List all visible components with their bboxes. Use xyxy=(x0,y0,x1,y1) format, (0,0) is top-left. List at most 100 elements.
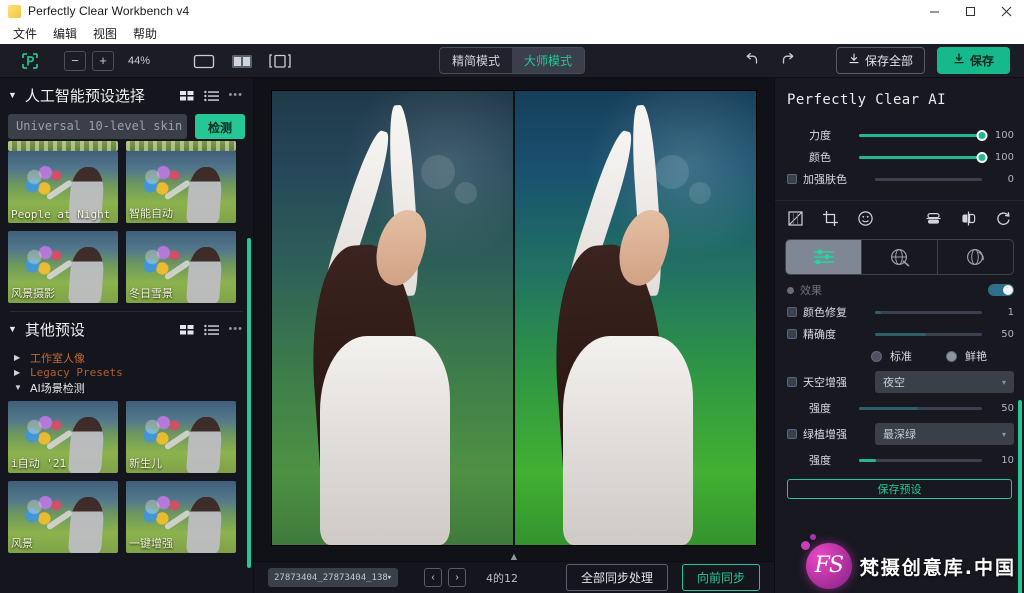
chevron-right-icon[interactable]: ▶ xyxy=(14,353,22,362)
slider-track[interactable] xyxy=(875,332,982,336)
list-view-icon[interactable] xyxy=(204,89,220,102)
face-icon[interactable] xyxy=(857,210,874,227)
file-name-select[interactable]: 27873404_27873404_138 ▾ xyxy=(268,568,398,587)
undo-icon[interactable] xyxy=(744,51,760,71)
detect-button[interactable]: 检测 xyxy=(194,114,245,139)
after-image-pane[interactable] xyxy=(515,91,756,545)
slider-knob[interactable] xyxy=(976,129,988,141)
slider-knob[interactable] xyxy=(976,151,988,163)
preset-thumb-people-at-night[interactable]: People at Night xyxy=(8,151,118,223)
compare-view-icon[interactable] xyxy=(268,52,292,70)
menu-view[interactable]: 视图 xyxy=(86,23,124,44)
grid-view-icon[interactable] xyxy=(180,89,195,101)
sync-previous-button[interactable]: 向前同步 xyxy=(681,564,760,591)
menu-file[interactable]: 文件 xyxy=(6,23,44,44)
tree-item-studio-portrait[interactable]: ▶ 工作室人像 xyxy=(14,350,245,365)
checkbox-skin-boost[interactable] xyxy=(787,174,797,184)
slider-track[interactable] xyxy=(875,310,982,314)
chevron-right-icon[interactable]: ▶ xyxy=(14,368,22,377)
grid-view-icon[interactable] xyxy=(180,323,195,335)
checkbox-effect[interactable] xyxy=(787,286,794,294)
radio-standard[interactable] xyxy=(871,350,882,362)
checkbox-foliage-enhance[interactable] xyxy=(787,429,797,439)
preset-thumb-winter-snow[interactable]: 冬日雪景 xyxy=(126,231,236,303)
crop-icon[interactable] xyxy=(822,210,839,227)
sync-all-button[interactable]: 全部同步处理 xyxy=(565,564,668,591)
single-view-icon[interactable] xyxy=(192,52,216,70)
right-panel-scrollbar[interactable] xyxy=(1018,400,1022,593)
row-sky-strength[interactable]: 强度 50 xyxy=(775,397,1024,419)
row-foliage-strength[interactable]: 强度 10 xyxy=(775,449,1024,471)
preset-thumb-smart-auto[interactable]: 智能自动 xyxy=(126,151,236,223)
checkbox-color-repair[interactable] xyxy=(787,307,797,317)
before-after-compare[interactable] xyxy=(272,91,756,545)
tab-adjustments[interactable] xyxy=(786,240,862,274)
combo-sky-enhance[interactable]: 夜空 ▾ xyxy=(875,371,1014,393)
chevron-down-icon[interactable]: ▾ xyxy=(1002,378,1006,387)
preset-thumb-partial[interactable] xyxy=(8,141,118,151)
redo-icon[interactable] xyxy=(780,51,796,71)
other-preset-panel-header[interactable]: ▼ 其他预设 ••• xyxy=(0,312,253,346)
chevron-down-icon[interactable]: ▼ xyxy=(8,324,17,334)
bokeh-highlight xyxy=(688,181,711,204)
tree-item-ai-scene-detect[interactable]: ▼ AI场景检测 xyxy=(14,380,245,395)
row-color-repair[interactable]: 颜色修复 1 xyxy=(775,301,1024,323)
row-precision[interactable]: 精确度 50 xyxy=(775,323,1024,345)
preset-thumb-partial[interactable] xyxy=(126,141,236,151)
save-button[interactable]: 保存 xyxy=(936,47,1010,74)
checkbox-sky-enhance[interactable] xyxy=(787,377,797,387)
more-options-icon[interactable]: ••• xyxy=(228,89,243,101)
mirror-icon[interactable] xyxy=(960,210,977,227)
slider-track[interactable] xyxy=(875,177,982,181)
maximize-button[interactable] xyxy=(952,0,988,22)
chevron-down-icon[interactable]: ▼ xyxy=(8,90,17,100)
prev-image-button[interactable]: ‹ xyxy=(424,568,442,587)
flip-horizontal-icon[interactable] xyxy=(925,210,942,227)
tab-details[interactable] xyxy=(862,240,938,274)
tab-effects[interactable] xyxy=(938,240,1013,274)
menu-help[interactable]: 帮助 xyxy=(126,23,164,44)
preset-thumb-landscape[interactable]: 风景摄影 xyxy=(8,231,118,303)
radio-vivid[interactable] xyxy=(946,350,957,362)
minimize-button[interactable] xyxy=(916,0,952,22)
more-options-icon[interactable]: ••• xyxy=(228,323,243,335)
slider-row-strength[interactable]: 力度 100 xyxy=(775,124,1024,146)
before-image-pane[interactable] xyxy=(272,91,513,545)
zoom-out-button[interactable]: − xyxy=(64,50,86,71)
sidebar-scrollbar[interactable] xyxy=(247,238,251,568)
ai-preset-panel-header[interactable]: ▼ 人工智能预设选择 ••• xyxy=(0,78,253,112)
save-preset-button[interactable]: 保存预设 xyxy=(787,479,1012,499)
row-foliage-enhance[interactable]: 绿植增强 最深绿 ▾ xyxy=(775,419,1024,449)
slider-row-color[interactable]: 颜色 100 xyxy=(775,146,1024,168)
preset-thumb-scenery[interactable]: 风景 xyxy=(8,481,118,553)
levels-icon[interactable] xyxy=(787,210,804,227)
slider-track[interactable] xyxy=(859,458,982,462)
zoom-in-button[interactable]: + xyxy=(92,50,114,71)
tree-item-legacy-presets[interactable]: ▶ Legacy Presets xyxy=(14,365,245,380)
checkbox-precision[interactable] xyxy=(787,329,797,339)
slider-track[interactable] xyxy=(859,406,982,410)
skin-tone-input[interactable]: Universal 10-level skin tone xyxy=(8,114,187,139)
close-button[interactable] xyxy=(988,0,1024,22)
next-image-button[interactable]: › xyxy=(448,568,466,587)
chevron-down-icon[interactable]: ▼ xyxy=(14,383,22,392)
menu-edit[interactable]: 编辑 xyxy=(46,23,84,44)
mode-master-button[interactable]: 大师模式 xyxy=(512,48,585,73)
toggle-effect[interactable] xyxy=(988,284,1014,296)
chevron-down-icon[interactable]: ▾ xyxy=(1002,430,1006,439)
slider-track[interactable] xyxy=(859,151,988,163)
preset-thumb-one-tap-enhance[interactable]: 一键增强 xyxy=(126,481,236,553)
preset-thumb-iauto-21[interactable]: i自动 '21 xyxy=(8,401,118,473)
save-all-button[interactable]: 保存全部 xyxy=(835,47,925,74)
slider-track[interactable] xyxy=(859,129,988,141)
row-sky-enhance[interactable]: 天空增强 夜空 ▾ xyxy=(775,367,1024,397)
preset-thumb-newborn[interactable]: 新生儿 xyxy=(126,401,236,473)
list-view-icon[interactable] xyxy=(204,323,220,336)
row-effect-toggle[interactable]: 效果 xyxy=(775,279,1024,301)
combo-foliage-enhance[interactable]: 最深绿 ▾ xyxy=(875,423,1014,445)
split-view-icon[interactable] xyxy=(230,52,254,70)
slider-row-skin-boost[interactable]: 加强肤色 0 xyxy=(775,168,1024,190)
rotate-icon[interactable] xyxy=(995,210,1012,227)
chevron-down-icon[interactable]: ▾ xyxy=(387,573,392,583)
mode-simple-button[interactable]: 精简模式 xyxy=(440,48,512,73)
